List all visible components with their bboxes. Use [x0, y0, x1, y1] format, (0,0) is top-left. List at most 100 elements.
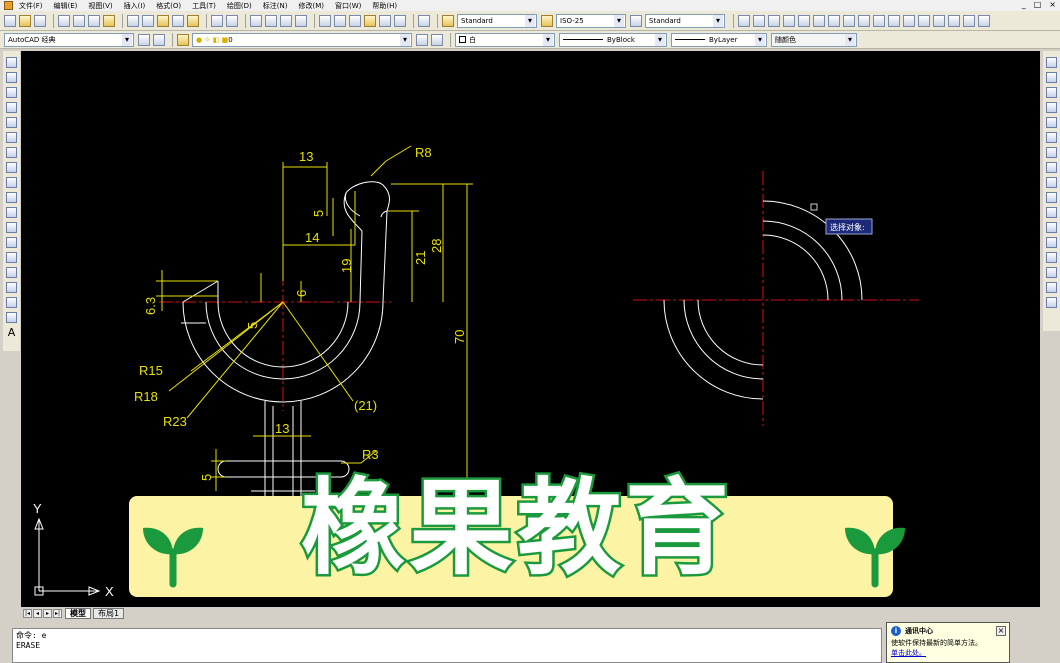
region-icon[interactable] — [6, 297, 17, 308]
scale-icon[interactable] — [1046, 162, 1057, 173]
tab-next-button[interactable]: ▸ — [43, 609, 52, 618]
print-preview-icon[interactable] — [73, 14, 85, 27]
menu-help[interactable]: 帮助(H) — [372, 1, 397, 11]
diameter-dimension-icon[interactable] — [828, 14, 840, 27]
erase-icon[interactable] — [1046, 57, 1057, 68]
quickcalc-icon[interactable] — [394, 14, 406, 27]
linetype-select[interactable]: ByBlock — [559, 32, 667, 47]
communication-center-balloon[interactable]: i 通讯中心 × 使软件保持最新的简单方法。 单击此处。 — [886, 622, 1010, 663]
close-button[interactable]: × — [1049, 0, 1056, 9]
continue-dimension-icon[interactable] — [888, 14, 900, 27]
angular-dimension-icon[interactable] — [843, 14, 855, 27]
tool-palettes-icon[interactable] — [349, 14, 361, 27]
menu-edit[interactable]: 编辑(E) — [54, 1, 78, 11]
baseline-dimension-icon[interactable] — [873, 14, 885, 27]
menu-dimension[interactable]: 标注(N) — [263, 1, 288, 11]
dimension-text-edit-icon[interactable] — [963, 14, 975, 27]
arc-icon[interactable] — [6, 132, 17, 143]
print-icon[interactable] — [58, 14, 70, 27]
break-icon[interactable] — [1046, 237, 1057, 248]
table-style-select[interactable]: Standard — [645, 13, 725, 28]
tab-prev-button[interactable]: ◂ — [33, 609, 42, 618]
layer-select[interactable]: ● ☼ ◧ ■ 0 — [192, 32, 412, 47]
paste-icon[interactable] — [157, 14, 169, 27]
new-file-icon[interactable] — [4, 14, 16, 27]
construction-line-icon[interactable] — [6, 72, 17, 83]
menu-insert[interactable]: 插入(I) — [124, 1, 146, 11]
notification-link[interactable]: 单击此处。 — [891, 648, 1005, 658]
publish-icon[interactable] — [88, 14, 100, 27]
tab-last-button[interactable]: ▸| — [53, 609, 62, 618]
hatch-icon[interactable] — [6, 267, 17, 278]
trim-icon[interactable] — [1046, 192, 1057, 203]
make-block-icon[interactable] — [6, 237, 17, 248]
cut-icon[interactable] — [127, 14, 139, 27]
circle-icon[interactable] — [6, 147, 17, 158]
workspace-settings-icon[interactable] — [138, 33, 150, 46]
multiline-text-icon[interactable]: A — [6, 327, 17, 338]
undo-icon[interactable] — [211, 14, 223, 27]
help-icon[interactable] — [418, 14, 430, 27]
design-center-palette-icon[interactable] — [334, 14, 346, 27]
mirror-icon[interactable] — [1046, 87, 1057, 98]
autocad-app-icon[interactable] — [4, 1, 13, 10]
ellipse-icon[interactable] — [6, 192, 17, 203]
extend-icon[interactable] — [1046, 207, 1057, 218]
dim-style-select[interactable]: ISO-25 — [556, 13, 626, 28]
menu-tools[interactable]: 工具(T) — [192, 1, 216, 11]
move-icon[interactable] — [1046, 132, 1057, 143]
match-properties-icon[interactable] — [172, 14, 184, 27]
layer-previous-icon[interactable] — [431, 33, 443, 46]
tab-first-button[interactable]: |◂ — [23, 609, 32, 618]
jogged-dimension-icon[interactable] — [813, 14, 825, 27]
make-object-layer-current-icon[interactable] — [416, 33, 428, 46]
center-mark-icon[interactable] — [933, 14, 945, 27]
rotate-icon[interactable] — [1046, 147, 1057, 158]
tab-model[interactable]: 模型 — [65, 608, 91, 619]
chamfer-icon[interactable] — [1046, 267, 1057, 278]
tab-layout1[interactable]: 布局1 — [93, 608, 125, 619]
aligned-dimension-icon[interactable] — [753, 14, 765, 27]
color-select[interactable]: 白 — [455, 32, 555, 47]
rectangle-icon[interactable] — [6, 117, 17, 128]
close-icon[interactable]: × — [996, 626, 1006, 636]
offset-icon[interactable] — [1046, 102, 1057, 113]
quick-leader-icon[interactable] — [903, 14, 915, 27]
menu-draw[interactable]: 绘图(D) — [227, 1, 252, 11]
polygon-icon[interactable] — [6, 102, 17, 113]
copy-object-icon[interactable] — [1046, 72, 1057, 83]
command-line[interactable]: 命令: e ERASE — [12, 628, 882, 663]
dimension-edit-icon[interactable] — [948, 14, 960, 27]
tolerance-icon[interactable] — [918, 14, 930, 27]
copy-icon[interactable] — [142, 14, 154, 27]
redo-icon[interactable] — [226, 14, 238, 27]
open-file-icon[interactable] — [19, 14, 31, 27]
ordinate-dimension-icon[interactable] — [783, 14, 795, 27]
zoom-realtime-icon[interactable] — [265, 14, 277, 27]
menu-format[interactable]: 格式(O) — [156, 1, 181, 11]
sheet-set-icon[interactable] — [364, 14, 376, 27]
block-editor-icon[interactable] — [187, 14, 199, 27]
minimize-button[interactable]: _ — [1022, 0, 1026, 9]
lineweight-select[interactable]: ByLayer — [671, 32, 767, 47]
break-at-point-icon[interactable] — [1046, 222, 1057, 233]
point-icon[interactable] — [6, 252, 17, 263]
design-center-icon[interactable] — [103, 14, 115, 27]
my-workspace-icon[interactable] — [153, 33, 165, 46]
arc-length-icon[interactable] — [768, 14, 780, 27]
array-icon[interactable] — [1046, 117, 1057, 128]
save-icon[interactable] — [34, 14, 46, 27]
insert-block-icon[interactable] — [6, 222, 17, 233]
spline-icon[interactable] — [6, 177, 17, 188]
join-icon[interactable] — [1046, 252, 1057, 263]
pan-icon[interactable] — [250, 14, 262, 27]
menu-window[interactable]: 窗口(W) — [335, 1, 361, 11]
line-icon[interactable] — [6, 57, 17, 68]
text-style-select[interactable]: Standard — [457, 13, 537, 28]
menu-view[interactable]: 视图(V) — [88, 1, 112, 11]
gradient-icon[interactable] — [6, 282, 17, 293]
ellipse-arc-icon[interactable] — [6, 207, 17, 218]
layer-manager-icon[interactable] — [177, 33, 189, 46]
properties-icon[interactable] — [319, 14, 331, 27]
plotstyle-select[interactable]: 随颜色 — [771, 32, 857, 47]
